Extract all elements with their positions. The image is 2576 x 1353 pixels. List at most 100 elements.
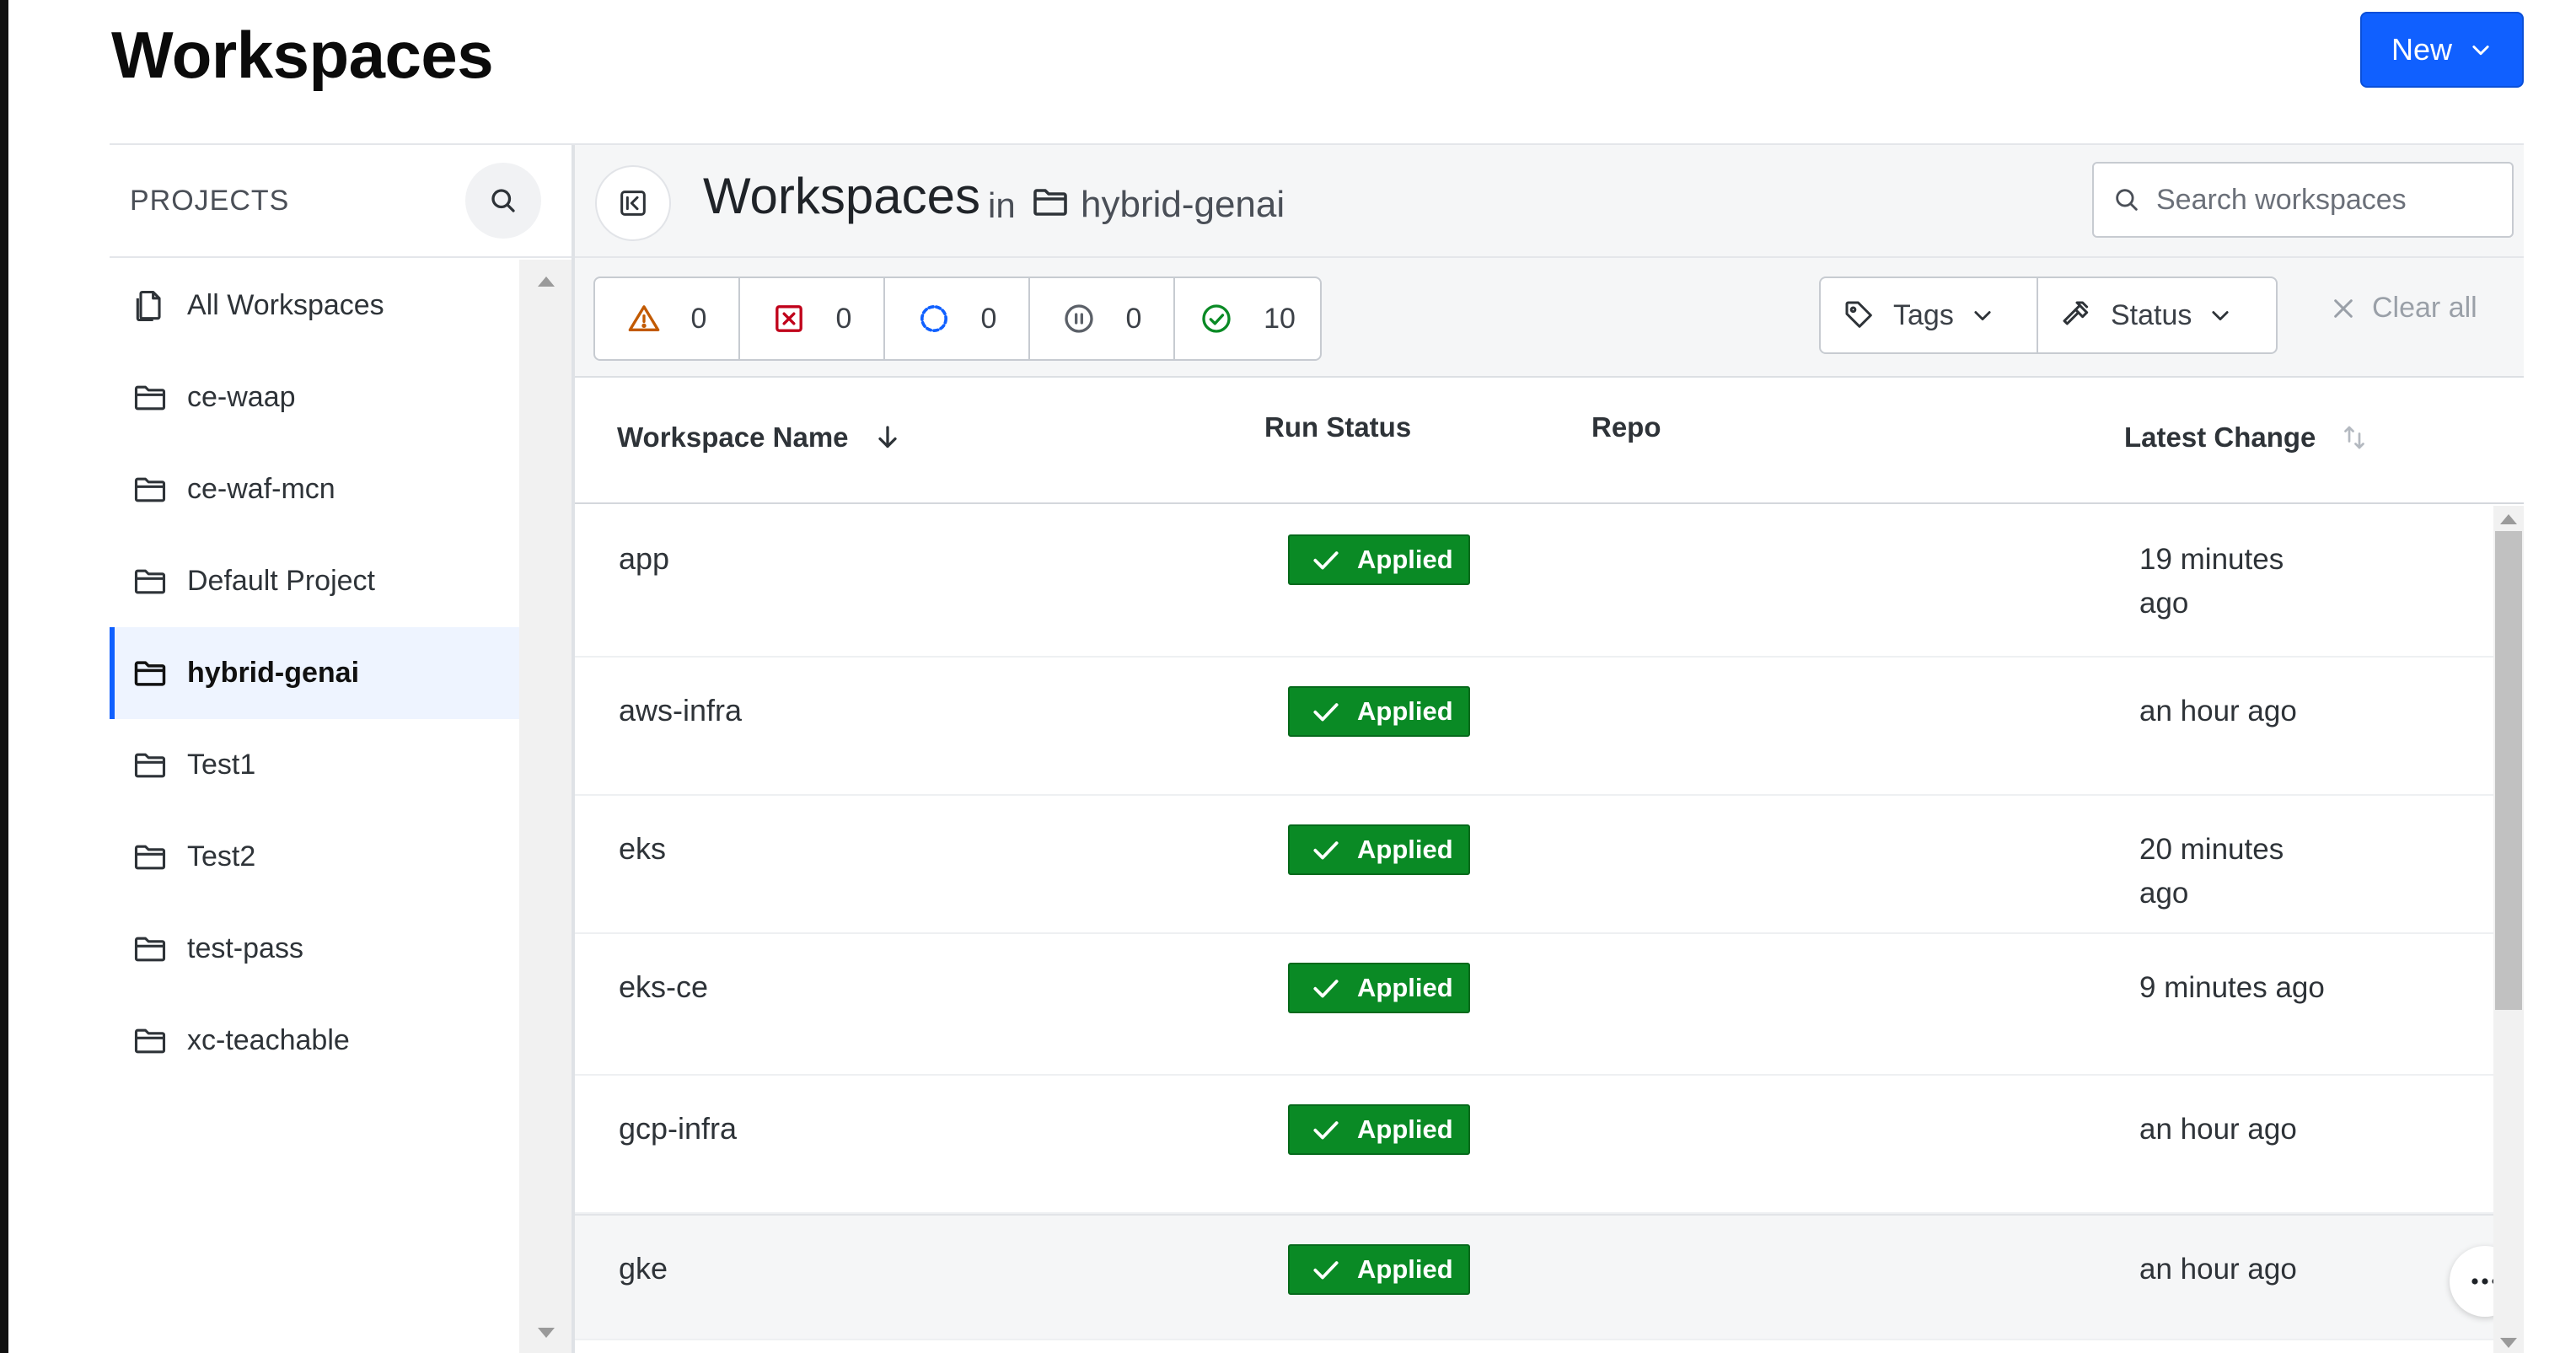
column-header-latest-change[interactable]: Latest Change (2124, 421, 2369, 454)
search-icon (491, 189, 515, 212)
status-badge: Applied (1288, 1244, 1470, 1295)
check-icon (1313, 1121, 1339, 1140)
status-badge: Applied (1288, 1104, 1470, 1155)
close-icon (2334, 298, 2353, 318)
counter-value: 0 (1125, 302, 1142, 335)
error-icon (775, 305, 802, 332)
search-projects-button[interactable] (465, 163, 541, 239)
tags-label: Tags (1893, 298, 1954, 331)
projects-sidebar: PROJECTS All Workspaces ce-waap ce-waf-m… (110, 145, 572, 1353)
status-badge-label: Applied (1357, 545, 1453, 574)
copy-icon (136, 290, 161, 321)
warning-icon (628, 305, 659, 331)
filter-running[interactable]: 0 (885, 278, 1030, 359)
tags-filter-dropdown[interactable]: Tags (1821, 278, 2038, 352)
workspaces-panel: Workspaces in hybrid-genai 0 0 0 0 (575, 145, 2524, 1353)
table-row[interactable]: gcp-infra Applied an hour ago (575, 1076, 2524, 1214)
workspace-name-link[interactable]: eks (619, 831, 666, 867)
filter-errored-warning[interactable]: 0 (595, 278, 740, 359)
column-header-label: Repo (1591, 411, 1661, 443)
project-list: All Workspaces ce-waap ce-waf-mcn Defaul… (110, 260, 519, 1087)
table-row[interactable]: eks-ce Applied 9 minutes ago (575, 934, 2524, 1076)
folder-icon (134, 845, 166, 869)
folder-icon (134, 660, 166, 686)
table-row[interactable]: eks Applied 20 minutes ago (575, 796, 2524, 934)
sidebar-item-hybrid-genai[interactable]: hybrid-genai (110, 627, 519, 719)
workspace-name-link[interactable]: app (619, 541, 669, 577)
success-icon (1202, 304, 1231, 333)
filter-errored[interactable]: 0 (740, 278, 885, 359)
sidebar-scrollbar[interactable] (519, 260, 572, 1353)
filter-bar: 0 0 0 0 10 Tags Status Clear all (575, 258, 2524, 378)
check-icon (1313, 703, 1339, 722)
counter-value: 0 (980, 302, 997, 335)
scrollbar-thumb[interactable] (2495, 531, 2522, 1010)
page-title: Workspaces (111, 18, 494, 92)
scroll-up-arrow-icon[interactable] (538, 277, 555, 287)
check-icon (1313, 980, 1339, 998)
column-header-workspace-name[interactable]: Workspace Name (617, 421, 903, 454)
scroll-down-arrow-icon[interactable] (538, 1328, 555, 1338)
scroll-down-arrow-icon[interactable] (2500, 1338, 2517, 1348)
check-icon (1313, 1261, 1339, 1280)
column-header-label: Run Status (1264, 411, 1412, 443)
counter-value: 0 (690, 302, 707, 335)
collapse-sidebar-button[interactable] (595, 165, 671, 241)
sidebar-item-test2[interactable]: Test2 (110, 811, 519, 903)
folder-icon (134, 753, 166, 777)
workspace-name-link[interactable]: aws-infra (619, 693, 742, 728)
workspace-name-link[interactable]: gke (619, 1251, 668, 1286)
table-row[interactable]: aws-infra Applied an hour ago (575, 658, 2524, 796)
sidebar-item-test-pass[interactable]: test-pass (110, 903, 519, 995)
sidebar-item-default-project[interactable]: Default Project (110, 535, 519, 627)
panel-title: Workspaces (703, 168, 981, 224)
filter-paused[interactable]: 0 (1030, 278, 1175, 359)
column-header-run-status: Run Status (1264, 411, 1411, 443)
running-icon (920, 305, 947, 332)
folder-icon (134, 569, 166, 593)
filter-applied[interactable]: 10 (1175, 278, 1320, 359)
sidebar-item-all-workspaces[interactable]: All Workspaces (110, 260, 519, 352)
table-row[interactable]: gke Applied an hour ago (575, 1214, 2524, 1340)
panel-title-in: in (988, 185, 1016, 225)
new-button[interactable]: New (2360, 12, 2524, 88)
counter-value: 0 (835, 302, 852, 335)
table-header: Workspace Name Run Status Repo Latest Ch… (575, 378, 2524, 504)
check-icon (1313, 841, 1339, 860)
sidebar-item-label: Test2 (187, 840, 256, 872)
panel-header: Workspaces in hybrid-genai (575, 145, 2524, 258)
clear-all-filters-button[interactable]: Clear all (2330, 292, 2477, 325)
folder-icon (1033, 189, 1067, 216)
search-input[interactable] (2156, 183, 2510, 217)
sidebar-item-test1[interactable]: Test1 (110, 719, 519, 811)
window-edge (0, 0, 8, 1353)
folder-icon (134, 477, 166, 502)
workspace-name-link[interactable]: eks-ce (619, 969, 708, 1005)
sidebar-item-label: All Workspaces (187, 289, 384, 321)
sidebar-item-label: Test1 (187, 749, 256, 781)
workspace-search[interactable] (2092, 162, 2514, 238)
scroll-up-arrow-icon[interactable] (2500, 514, 2517, 524)
column-header-repo: Repo (1591, 411, 1661, 443)
panel-project-name: hybrid-genai (1081, 184, 1285, 225)
sidebar-item-ce-waap[interactable]: ce-waap (110, 352, 519, 443)
table-scrollbar[interactable] (2493, 506, 2524, 1353)
status-badge-label: Applied (1357, 835, 1453, 864)
latest-change-text: an hour ago (2139, 1253, 2297, 1286)
collapse-sidebar-icon (620, 191, 646, 216)
sidebar-item-xc-teachable[interactable]: xc-teachable (110, 995, 519, 1087)
folder-icon (134, 1028, 166, 1053)
latest-change-text: an hour ago (2139, 695, 2297, 728)
folder-icon (134, 937, 166, 961)
sidebar-header: PROJECTS (110, 145, 572, 258)
chevron-down-icon (2212, 311, 2229, 321)
column-header-label: Latest Change (2124, 421, 2316, 453)
sidebar-item-ce-waf-mcn[interactable]: ce-waf-mcn (110, 443, 519, 535)
table-row[interactable]: app Applied 19 minutes ago (575, 506, 2524, 658)
workspace-table-body: app Applied 19 minutes ago aws-infra App… (575, 506, 2524, 1353)
latest-change-text: 20 minutes ago (2139, 833, 2284, 910)
workspace-name-link[interactable]: gcp-infra (619, 1111, 737, 1146)
status-badge: Applied (1288, 963, 1470, 1013)
clear-all-label: Clear all (2372, 292, 2477, 324)
status-filter-dropdown[interactable]: Status (2038, 278, 2276, 352)
